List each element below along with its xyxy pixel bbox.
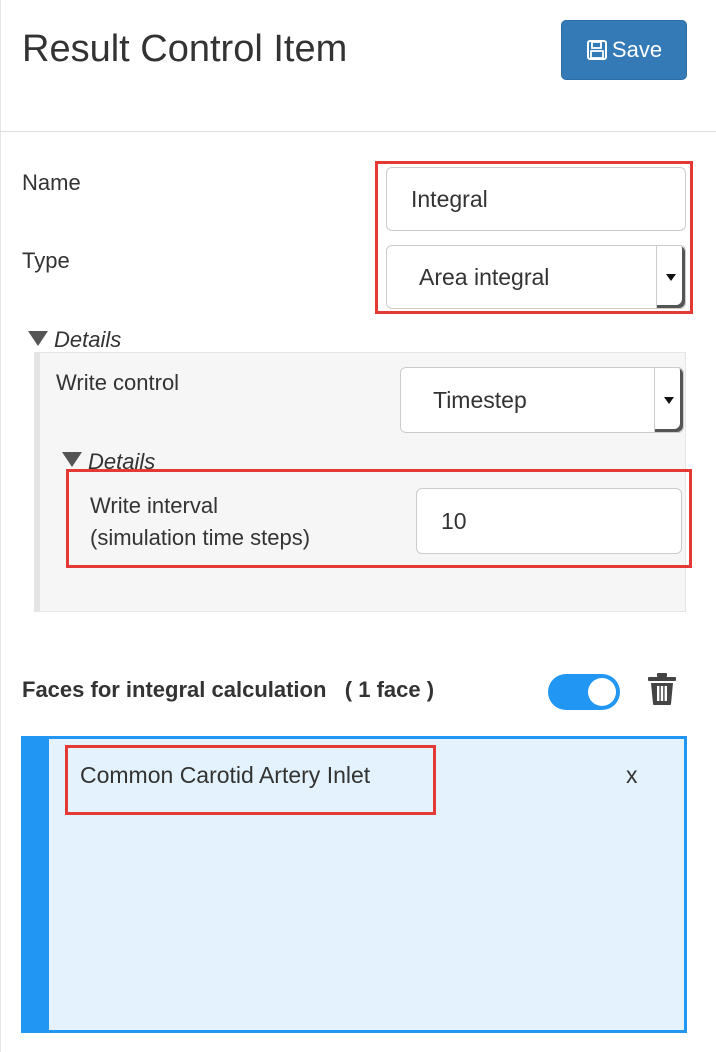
chevron-down-icon [656, 246, 685, 308]
type-select-value: Area integral [419, 263, 550, 290]
write-interval-label-line2: (simulation time steps) [90, 525, 311, 550]
save-button[interactable]: Save [561, 20, 687, 80]
write-interval-value: 10 [441, 507, 467, 534]
floppy-disk-icon [586, 39, 608, 61]
type-select[interactable]: Area integral [386, 245, 686, 309]
remove-face-button[interactable]: x [626, 762, 638, 789]
trash-icon[interactable] [647, 672, 677, 706]
type-label: Type [22, 248, 70, 273]
faces-heading: Faces for integral calculation ( 1 face … [22, 677, 434, 703]
nested-details-toggle-icon[interactable] [62, 452, 82, 467]
name-input[interactable]: Integral [386, 167, 686, 231]
details-toggle-icon[interactable] [28, 331, 48, 346]
panel-left-edge [0, 0, 1, 1052]
write-interval-label: Write interval (simulation time steps) [90, 490, 310, 554]
faces-count: ( 1 face ) [344, 677, 435, 702]
header-divider [0, 131, 716, 132]
details-label[interactable]: Details [54, 327, 121, 353]
write-control-value: Timestep [433, 386, 527, 413]
faces-toggle[interactable] [548, 674, 620, 710]
faces-heading-text: Faces for integral calculation [22, 677, 327, 702]
name-input-value: Integral [411, 185, 488, 212]
write-control-label: Write control [56, 370, 180, 395]
write-interval-input[interactable]: 10 [416, 488, 682, 554]
page-title: Result Control Item [22, 28, 348, 70]
details-panel-bar [34, 352, 40, 612]
faces-list-bar [21, 736, 49, 1033]
toggle-knob [588, 678, 616, 706]
chevron-down-icon [654, 368, 683, 432]
write-control-select[interactable]: Timestep [400, 367, 684, 433]
list-item[interactable]: Common Carotid Artery Inlet [80, 762, 370, 789]
write-interval-label-line1: Write interval [90, 493, 218, 518]
name-label: Name [22, 170, 81, 195]
save-button-label: Save [611, 37, 663, 62]
